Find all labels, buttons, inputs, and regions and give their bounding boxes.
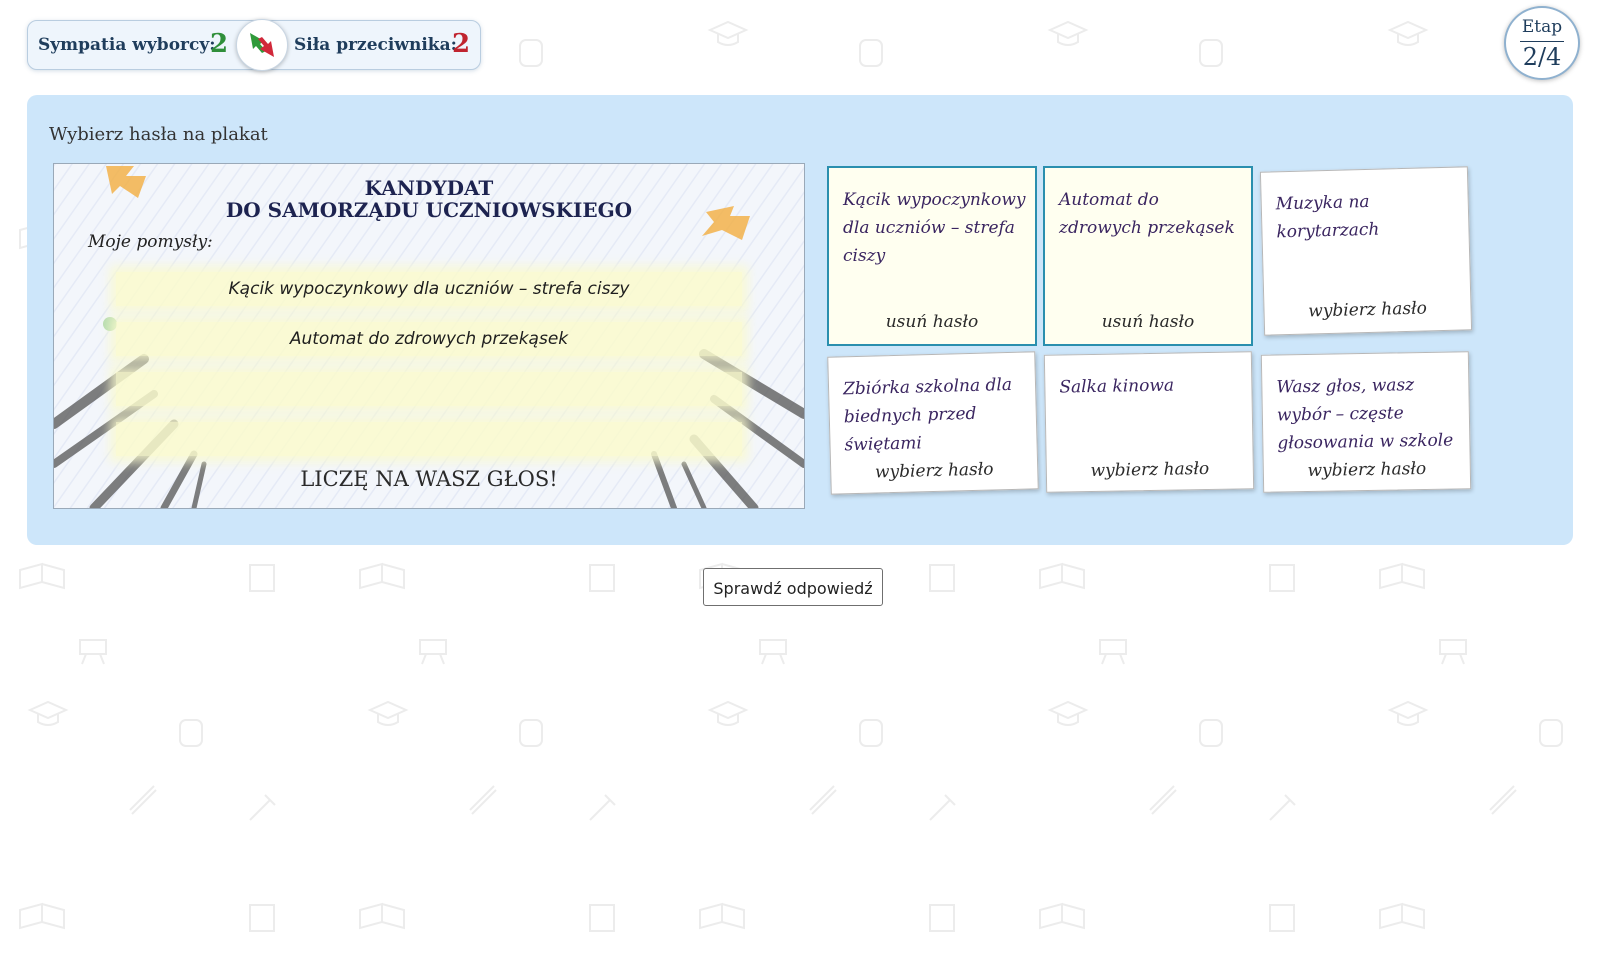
slogan-card-text: Zbiórka szkolna dla biednych przed święt… [842,374,1013,456]
remove-slogan-button[interactable]: usuń hasło [1045,312,1251,332]
select-slogan-button[interactable]: wybierz hasło [1264,297,1470,322]
swap-arrows-icon [250,33,274,57]
select-slogan-button[interactable]: wybierz hasło [1047,458,1253,482]
voter-sympathy-value: 2 [210,29,229,59]
select-slogan-button[interactable]: wybierz hasło [1264,458,1470,482]
stage-indicator: Etap 2/4 [1504,6,1580,80]
stage-divider [1520,41,1564,42]
swap-arrows-button[interactable] [236,19,288,71]
poster-ideas-label: Moje pomysły: [88,232,213,252]
slogan-card-text: Wasz głos, wasz wybór – częste głosowani… [1276,375,1454,454]
slogan-card-text: Automat do zdrowych przekąsek [1059,190,1235,238]
poster-slogan-slot-3 [116,372,742,406]
slogan-card-text: Kącik wypoczynkowy dla uczniów – strefa … [843,190,1026,266]
slogan-card[interactable]: Automat do zdrowych przekąsek usuń hasło [1043,166,1253,346]
poster-title-line1: KANDYDAT [364,176,494,200]
slogan-card[interactable]: Muzyka na korytarzach wybierz hasło [1259,166,1473,336]
slogan-card[interactable]: Kącik wypoczynkowy dla uczniów – strefa … [827,166,1037,346]
voter-sympathy-label: Sympatia wyborcy: [38,35,216,55]
task-panel: Wybierz hasła na plakat KANDYDAT DO SAMO… [27,95,1573,545]
remove-slogan-button[interactable]: usuń hasło [829,312,1035,332]
opponent-strength-value: 2 [452,29,471,59]
poster-title-line2: DO SAMORZĄDU UCZNIOWSKIEGO [225,198,633,222]
slogan-card-text: Salka kinowa [1059,375,1175,398]
task-instruction: Wybierz hasła na plakat [49,124,268,145]
check-answer-button[interactable]: Sprawdź odpowiedź [703,568,883,606]
stats-bar: Sympatia wyborcy: 2 Siła przeciwnika: 2 [27,19,481,71]
stage-label: Etap [1521,17,1563,37]
poster-footer: LICZĘ NA WASZ GŁOS! [300,467,558,491]
campaign-poster: KANDYDAT DO SAMORZĄDU UCZNIOWSKIEGO Moje… [53,163,805,509]
slogan-card-text: Muzyka na korytarzach [1275,191,1380,243]
slogan-card[interactable]: Wasz głos, wasz wybór – częste głosowani… [1260,351,1472,493]
select-slogan-button[interactable]: wybierz hasło [831,458,1037,483]
poster-slogan-slot-1: Kącik wypoczynkowy dla uczniów – strefa … [116,272,742,306]
slogan-card[interactable]: Zbiórka szkolna dla biednych przed święt… [827,351,1039,495]
stage-value: 2/4 [1522,43,1562,71]
poster-slogan-slot-4 [116,422,742,456]
opponent-strength-label: Siła przeciwnika: [294,35,457,55]
poster-slogan-slot-2: Automat do zdrowych przekąsek [116,322,742,356]
slogan-card[interactable]: Salka kinowa wybierz hasło [1043,351,1255,493]
